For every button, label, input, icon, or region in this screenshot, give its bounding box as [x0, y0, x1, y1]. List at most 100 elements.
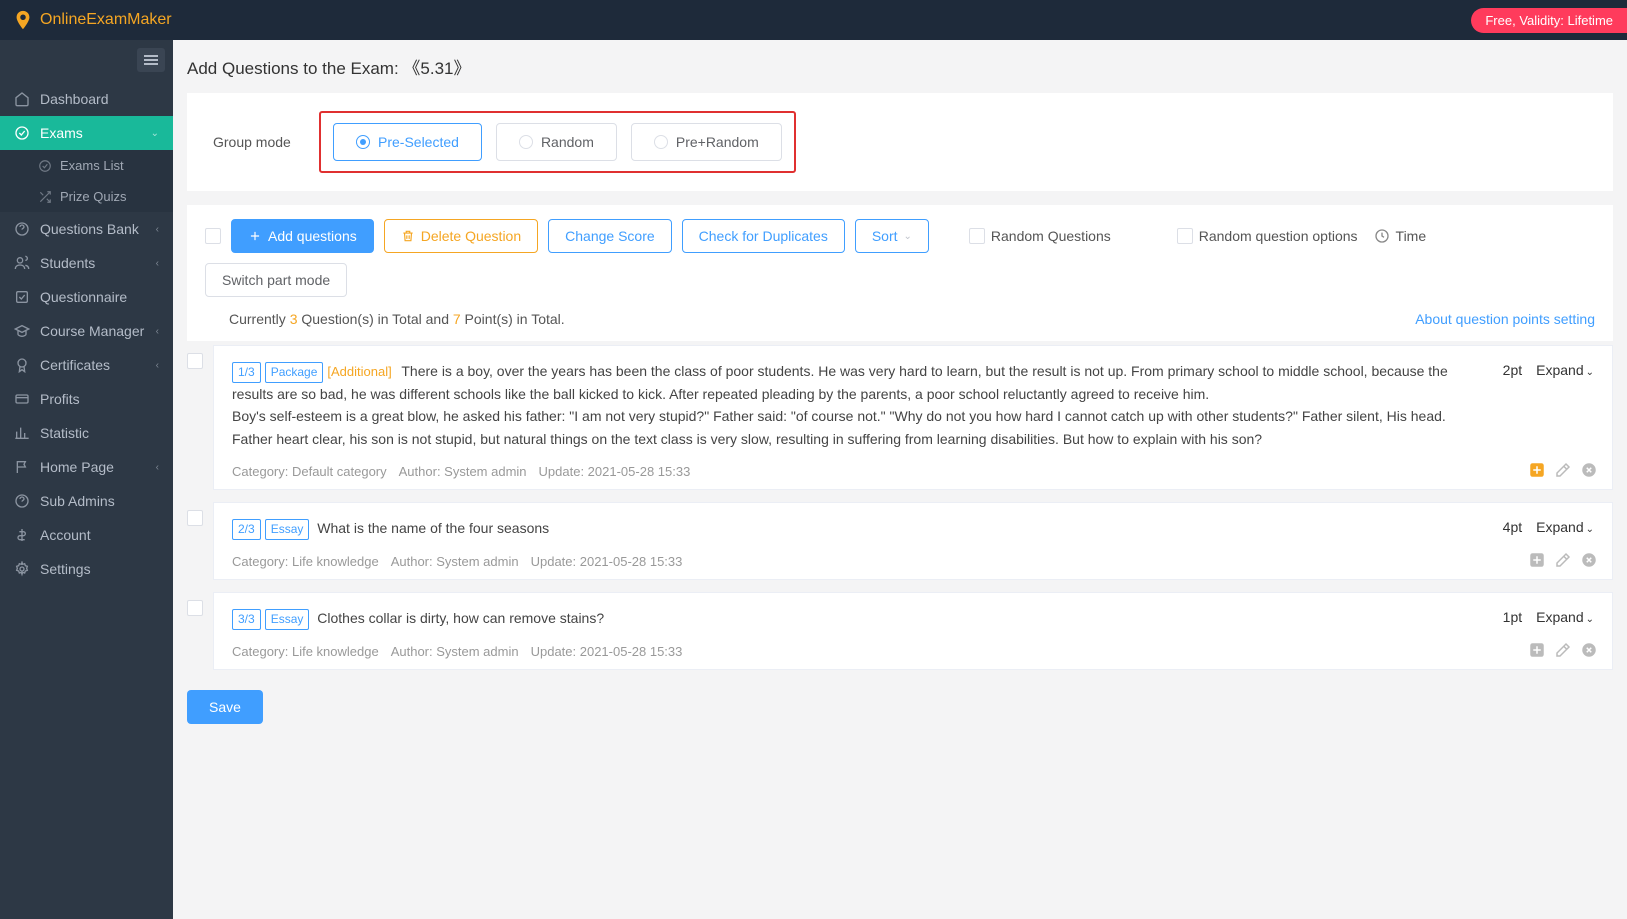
question-actions	[1528, 551, 1598, 569]
nav-account[interactable]: Account	[0, 518, 173, 552]
nav-label: Account	[40, 527, 91, 543]
question-points: 1pt	[1503, 609, 1522, 625]
question-text: Clothes collar is dirty, how can remove …	[313, 610, 604, 626]
chart-icon	[14, 425, 30, 441]
nav-home-page[interactable]: Home Page ‹	[0, 450, 173, 484]
chevron-down-icon: ⌄	[1586, 367, 1594, 378]
add-icon[interactable]	[1528, 551, 1546, 569]
plus-icon	[248, 229, 262, 243]
question-row: 3/3Essay Clothes collar is dirty, how ca…	[187, 592, 1613, 670]
question-row: 1/3Package[Additional] There is a boy, o…	[187, 345, 1613, 490]
question-checkbox[interactable]	[187, 353, 203, 369]
nav-label: Prize Quizs	[60, 189, 126, 204]
chevron-down-icon: ⌄	[1586, 524, 1594, 535]
question-content: 1/3Package[Additional] There is a boy, o…	[232, 360, 1485, 450]
nav-label: Sub Admins	[40, 493, 115, 509]
time-option[interactable]: Time	[1374, 228, 1427, 244]
graduation-icon	[14, 323, 30, 339]
edit-icon[interactable]	[1554, 461, 1572, 479]
brand-text: OnlineExamMaker	[40, 11, 172, 29]
check-circle-icon	[38, 159, 52, 173]
nav-dashboard[interactable]: Dashboard	[0, 82, 173, 116]
question-type-badge: Essay	[265, 609, 310, 630]
nav-course-manager[interactable]: Course Manager ‹	[0, 314, 173, 348]
sidebar-toggle[interactable]	[137, 48, 165, 72]
delete-icon[interactable]	[1580, 641, 1598, 659]
validity-badge[interactable]: Free, Validity: Lifetime	[1471, 8, 1627, 33]
add-questions-button[interactable]: Add questions	[231, 219, 374, 253]
help-icon	[14, 493, 30, 509]
change-score-button[interactable]: Change Score	[548, 219, 672, 253]
logo[interactable]: OnlineExamMaker	[12, 9, 172, 31]
home-icon	[14, 91, 30, 107]
delete-icon[interactable]	[1580, 551, 1598, 569]
nav-certificates[interactable]: Certificates ‹	[0, 348, 173, 382]
nav-label: Settings	[40, 561, 91, 577]
chevron-down-icon: ⌄	[1586, 614, 1594, 625]
group-mode-options: Pre-Selected Random Pre+Random	[319, 111, 796, 173]
question-card: 1/3Package[Additional] There is a boy, o…	[213, 345, 1613, 490]
radio-pre-selected[interactable]: Pre-Selected	[333, 123, 482, 161]
question-meta: Category: Life knowledgeAuthor: System a…	[232, 644, 1594, 659]
delete-icon[interactable]	[1580, 461, 1598, 479]
question-points: 2pt	[1503, 362, 1522, 378]
question-points: 4pt	[1503, 519, 1522, 535]
logo-icon	[12, 9, 34, 31]
sidebar: Dashboard Exams ⌄ Exams List Prize Quizs	[0, 40, 173, 919]
checkbox-icon	[969, 228, 985, 244]
random-questions-option[interactable]: Random Questions	[969, 228, 1111, 244]
nav-settings[interactable]: Settings	[0, 552, 173, 586]
radio-pre-random[interactable]: Pre+Random	[631, 123, 782, 161]
expand-button[interactable]: Expand⌄	[1536, 362, 1594, 378]
question-checkbox[interactable]	[187, 510, 203, 526]
save-button[interactable]: Save	[187, 690, 263, 724]
nav-profits[interactable]: Profits	[0, 382, 173, 416]
group-mode-panel: Group mode Pre-Selected Random Pre+Rando…	[187, 93, 1613, 191]
add-icon[interactable]	[1528, 641, 1546, 659]
question-type-badge: Essay	[265, 519, 310, 540]
topbar: OnlineExamMaker Free, Validity: Lifetime	[0, 0, 1627, 40]
chevron-left-icon: ‹	[156, 360, 159, 371]
radio-icon	[356, 135, 370, 149]
select-all-checkbox[interactable]	[205, 228, 221, 244]
question-card: 2/3Essay What is the name of the four se…	[213, 502, 1613, 580]
question-meta: Category: Life knowledgeAuthor: System a…	[232, 554, 1594, 569]
question-additional-label: [Additional]	[327, 364, 391, 379]
nav-prize-quizs[interactable]: Prize Quizs	[0, 181, 173, 212]
flag-icon	[14, 459, 30, 475]
chevron-left-icon: ‹	[156, 462, 159, 473]
expand-button[interactable]: Expand⌄	[1536, 519, 1594, 535]
nav-exams-list[interactable]: Exams List	[0, 150, 173, 181]
question-checkbox[interactable]	[187, 600, 203, 616]
edit-icon[interactable]	[1554, 551, 1572, 569]
question-actions	[1528, 641, 1598, 659]
chevron-down-icon: ⌄	[904, 231, 912, 242]
checkbox-icon	[1177, 228, 1193, 244]
nav-students[interactable]: Students ‹	[0, 246, 173, 280]
nav-label: Exams List	[60, 158, 124, 173]
expand-button[interactable]: Expand⌄	[1536, 609, 1594, 625]
nav-statistic[interactable]: Statistic	[0, 416, 173, 450]
question-actions	[1528, 461, 1598, 479]
question-index-badge: 2/3	[232, 519, 261, 540]
radio-random[interactable]: Random	[496, 123, 617, 161]
help-icon	[14, 221, 30, 237]
about-points-link[interactable]: About question points setting	[1415, 311, 1595, 327]
question-meta: Category: Default categoryAuthor: System…	[232, 464, 1594, 479]
delete-question-button[interactable]: Delete Question	[384, 219, 538, 253]
question-content: 3/3Essay Clothes collar is dirty, how ca…	[232, 607, 1485, 630]
check-duplicates-button[interactable]: Check for Duplicates	[682, 219, 845, 253]
sort-button[interactable]: Sort ⌄	[855, 219, 929, 253]
nav-questionnaire[interactable]: Questionnaire	[0, 280, 173, 314]
question-row: 2/3Essay What is the name of the four se…	[187, 502, 1613, 580]
random-options-option[interactable]: Random question options	[1177, 228, 1358, 244]
nav-questions-bank[interactable]: Questions Bank ‹	[0, 212, 173, 246]
nav-sub-admins[interactable]: Sub Admins	[0, 484, 173, 518]
edit-icon[interactable]	[1554, 641, 1572, 659]
check-circle-icon	[14, 125, 30, 141]
switch-part-mode-button[interactable]: Switch part mode	[205, 263, 347, 297]
chevron-down-icon: ⌄	[151, 128, 159, 139]
add-icon[interactable]	[1528, 461, 1546, 479]
nav-exams[interactable]: Exams ⌄	[0, 116, 173, 150]
question-content: 2/3Essay What is the name of the four se…	[232, 517, 1485, 540]
